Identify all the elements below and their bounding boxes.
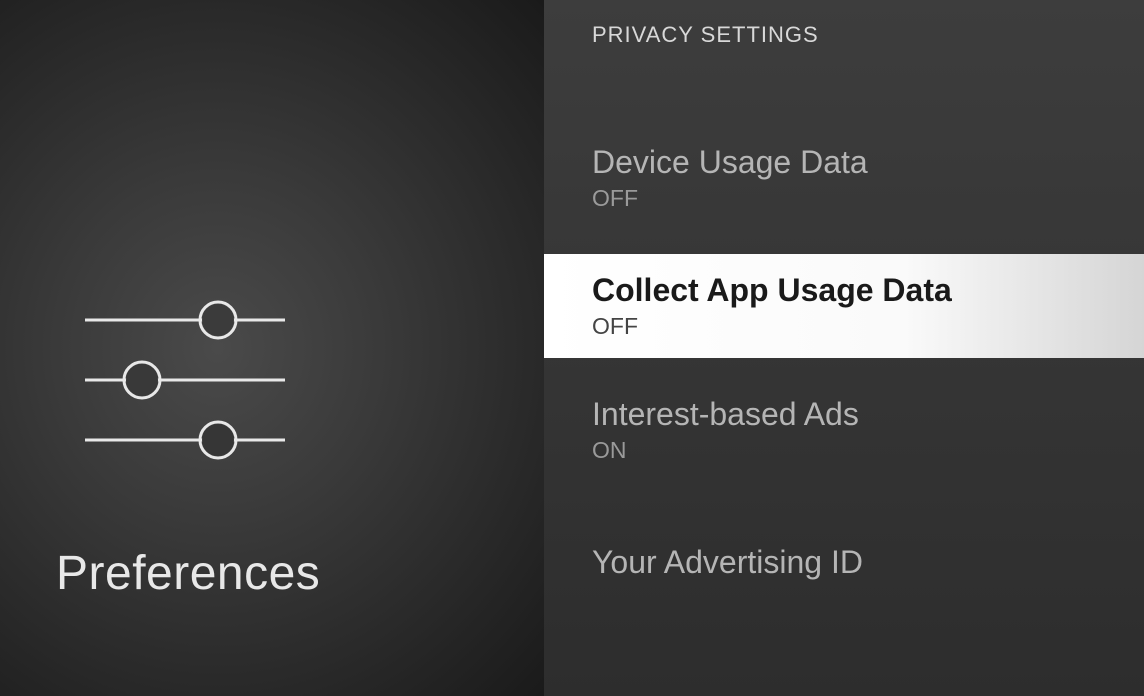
setting-label: Collect App Usage Data [592, 272, 1144, 309]
setting-value: ON [592, 437, 1144, 464]
left-panel-title: Preferences [56, 546, 320, 601]
setting-interest-based-ads[interactable]: Interest-based Ads ON [544, 378, 1144, 482]
setting-value: OFF [592, 185, 1144, 212]
setting-value: OFF [592, 313, 1144, 340]
settings-list: Device Usage Data OFF Collect App Usage … [544, 126, 1144, 599]
setting-label: Your Advertising ID [592, 544, 1144, 581]
setting-label: Device Usage Data [592, 144, 1144, 181]
setting-your-advertising-id[interactable]: Your Advertising ID [544, 526, 1144, 599]
setting-device-usage-data[interactable]: Device Usage Data OFF [544, 126, 1144, 230]
left-panel: Preferences [0, 0, 544, 696]
preferences-sliders-icon [85, 300, 285, 465]
setting-collect-app-usage-data[interactable]: Collect App Usage Data OFF [544, 254, 1144, 358]
right-panel: PRIVACY SETTINGS Device Usage Data OFF C… [544, 0, 1144, 696]
section-header: PRIVACY SETTINGS [544, 0, 1144, 48]
setting-label: Interest-based Ads [592, 396, 1144, 433]
